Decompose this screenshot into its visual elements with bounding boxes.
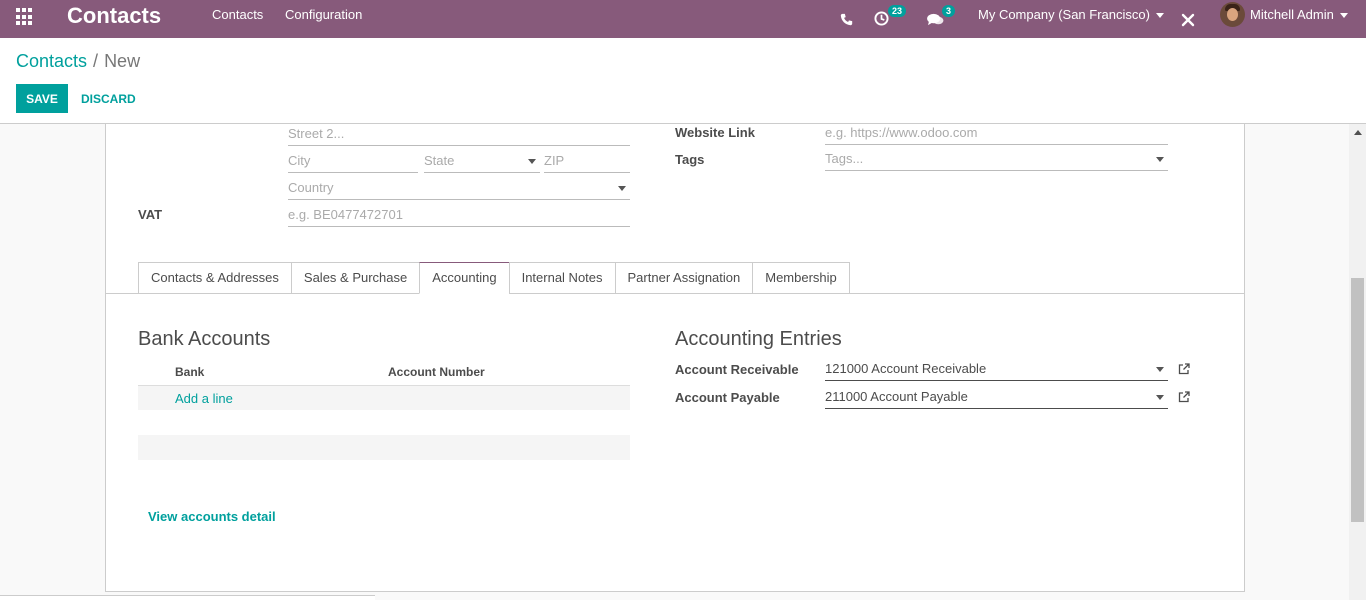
bank-accounts-title: Bank Accounts	[138, 328, 271, 350]
street2-placeholder: Street 2...	[288, 126, 345, 141]
state-field[interactable]: State	[424, 151, 540, 173]
column-header-account-number[interactable]: Account Number	[388, 365, 485, 379]
company-switcher[interactable]: My Company (San Francisco)	[978, 0, 1164, 30]
activity-count-badge: 23	[888, 5, 907, 17]
country-placeholder: Country	[288, 180, 334, 195]
chevron-down-icon	[1156, 395, 1164, 400]
phone-icon[interactable]	[840, 7, 854, 26]
website-label: Website Link	[675, 125, 755, 140]
discard-button[interactable]: DISCARD	[74, 84, 143, 113]
apps-menu-icon[interactable]	[16, 8, 34, 26]
tab-accounting[interactable]: Accounting	[419, 262, 509, 294]
control-panel: Contacts / New SAVE DISCARD	[0, 38, 1366, 124]
chevron-down-icon	[1155, 13, 1164, 19]
chevron-down-icon	[1156, 367, 1164, 372]
vertical-scrollbar[interactable]	[1349, 124, 1366, 600]
add-a-line-link[interactable]: Add a line	[175, 391, 233, 406]
breadcrumb-contacts-link[interactable]: Contacts	[16, 51, 87, 71]
account-receivable-label: Account Receivable	[675, 362, 799, 377]
scroll-up-arrow-icon[interactable]	[1354, 130, 1362, 135]
city-placeholder: City	[288, 153, 311, 168]
accounting-entries-title: Accounting Entries	[675, 328, 842, 350]
website-field[interactable]: e.g. https://www.odoo.com	[825, 123, 1168, 145]
tab-membership[interactable]: Membership	[752, 262, 850, 294]
menu-configuration[interactable]: Configuration	[285, 0, 362, 38]
user-name: Mitchell Admin	[1250, 7, 1334, 22]
vat-placeholder: e.g. BE0477472701	[288, 207, 403, 222]
account-payable-value: 211000 Account Payable	[825, 389, 968, 404]
chevron-down-icon	[528, 159, 536, 164]
chevron-down-icon	[1339, 13, 1348, 19]
messages-count-badge: 3	[942, 5, 956, 17]
website-placeholder: e.g. https://www.odoo.com	[825, 125, 978, 140]
view-accounts-detail-button[interactable]: View accounts detail	[148, 509, 276, 524]
tab-sales-purchase[interactable]: Sales & Purchase	[290, 262, 420, 294]
zip-field[interactable]: ZIP	[544, 151, 630, 173]
breadcrumb-separator: /	[93, 51, 99, 71]
tags-field[interactable]: Tags...	[825, 149, 1168, 171]
street2-field[interactable]: Street 2...	[288, 124, 630, 146]
menu-contacts[interactable]: Contacts	[212, 0, 263, 38]
city-field[interactable]: City	[288, 151, 418, 173]
vat-field[interactable]: e.g. BE0477472701	[288, 205, 630, 227]
chevron-down-icon	[1156, 157, 1164, 162]
notebook-tabs: Contacts & Addresses Sales & Purchase Ac…	[138, 262, 850, 294]
country-field[interactable]: Country	[288, 178, 630, 200]
account-receivable-value: 121000 Account Receivable	[825, 361, 987, 376]
app-title: Contacts	[67, 3, 162, 28]
zip-placeholder: ZIP	[544, 153, 565, 168]
form-sheet: Street 2... City State ZIP Country VAT e…	[105, 124, 1245, 592]
tab-internal-notes[interactable]: Internal Notes	[508, 262, 615, 294]
state-placeholder: State	[424, 153, 455, 168]
debug-tools-icon[interactable]	[1181, 8, 1195, 27]
breadcrumb-current: New	[104, 51, 141, 71]
external-link-icon[interactable]	[1178, 363, 1190, 375]
column-header-bank[interactable]: Bank	[175, 365, 204, 379]
user-avatar[interactable]	[1220, 2, 1245, 27]
account-receivable-field[interactable]: 121000 Account Receivable	[825, 359, 1168, 381]
tab-partner-assignation[interactable]: Partner Assignation	[614, 262, 753, 294]
tab-contacts-addresses[interactable]: Contacts & Addresses	[138, 262, 291, 294]
user-menu[interactable]: Mitchell Admin	[1250, 0, 1348, 30]
company-name: My Company (San Francisco)	[978, 7, 1150, 22]
top-navbar: Contacts Contacts Configuration 23 3 My …	[0, 0, 1366, 38]
table-row	[138, 435, 630, 460]
tags-placeholder: Tags...	[825, 151, 864, 166]
chevron-down-icon	[618, 186, 626, 191]
breadcrumb: Contacts / New	[16, 51, 140, 72]
save-button[interactable]: SAVE	[16, 84, 68, 113]
tags-label: Tags	[675, 152, 705, 167]
vat-label: VAT	[138, 207, 163, 222]
chatter-strip	[0, 595, 375, 600]
external-link-icon[interactable]	[1178, 391, 1190, 403]
account-payable-label: Account Payable	[675, 390, 780, 405]
account-payable-field[interactable]: 211000 Account Payable	[825, 387, 1168, 409]
scrollbar-thumb[interactable]	[1351, 278, 1364, 522]
